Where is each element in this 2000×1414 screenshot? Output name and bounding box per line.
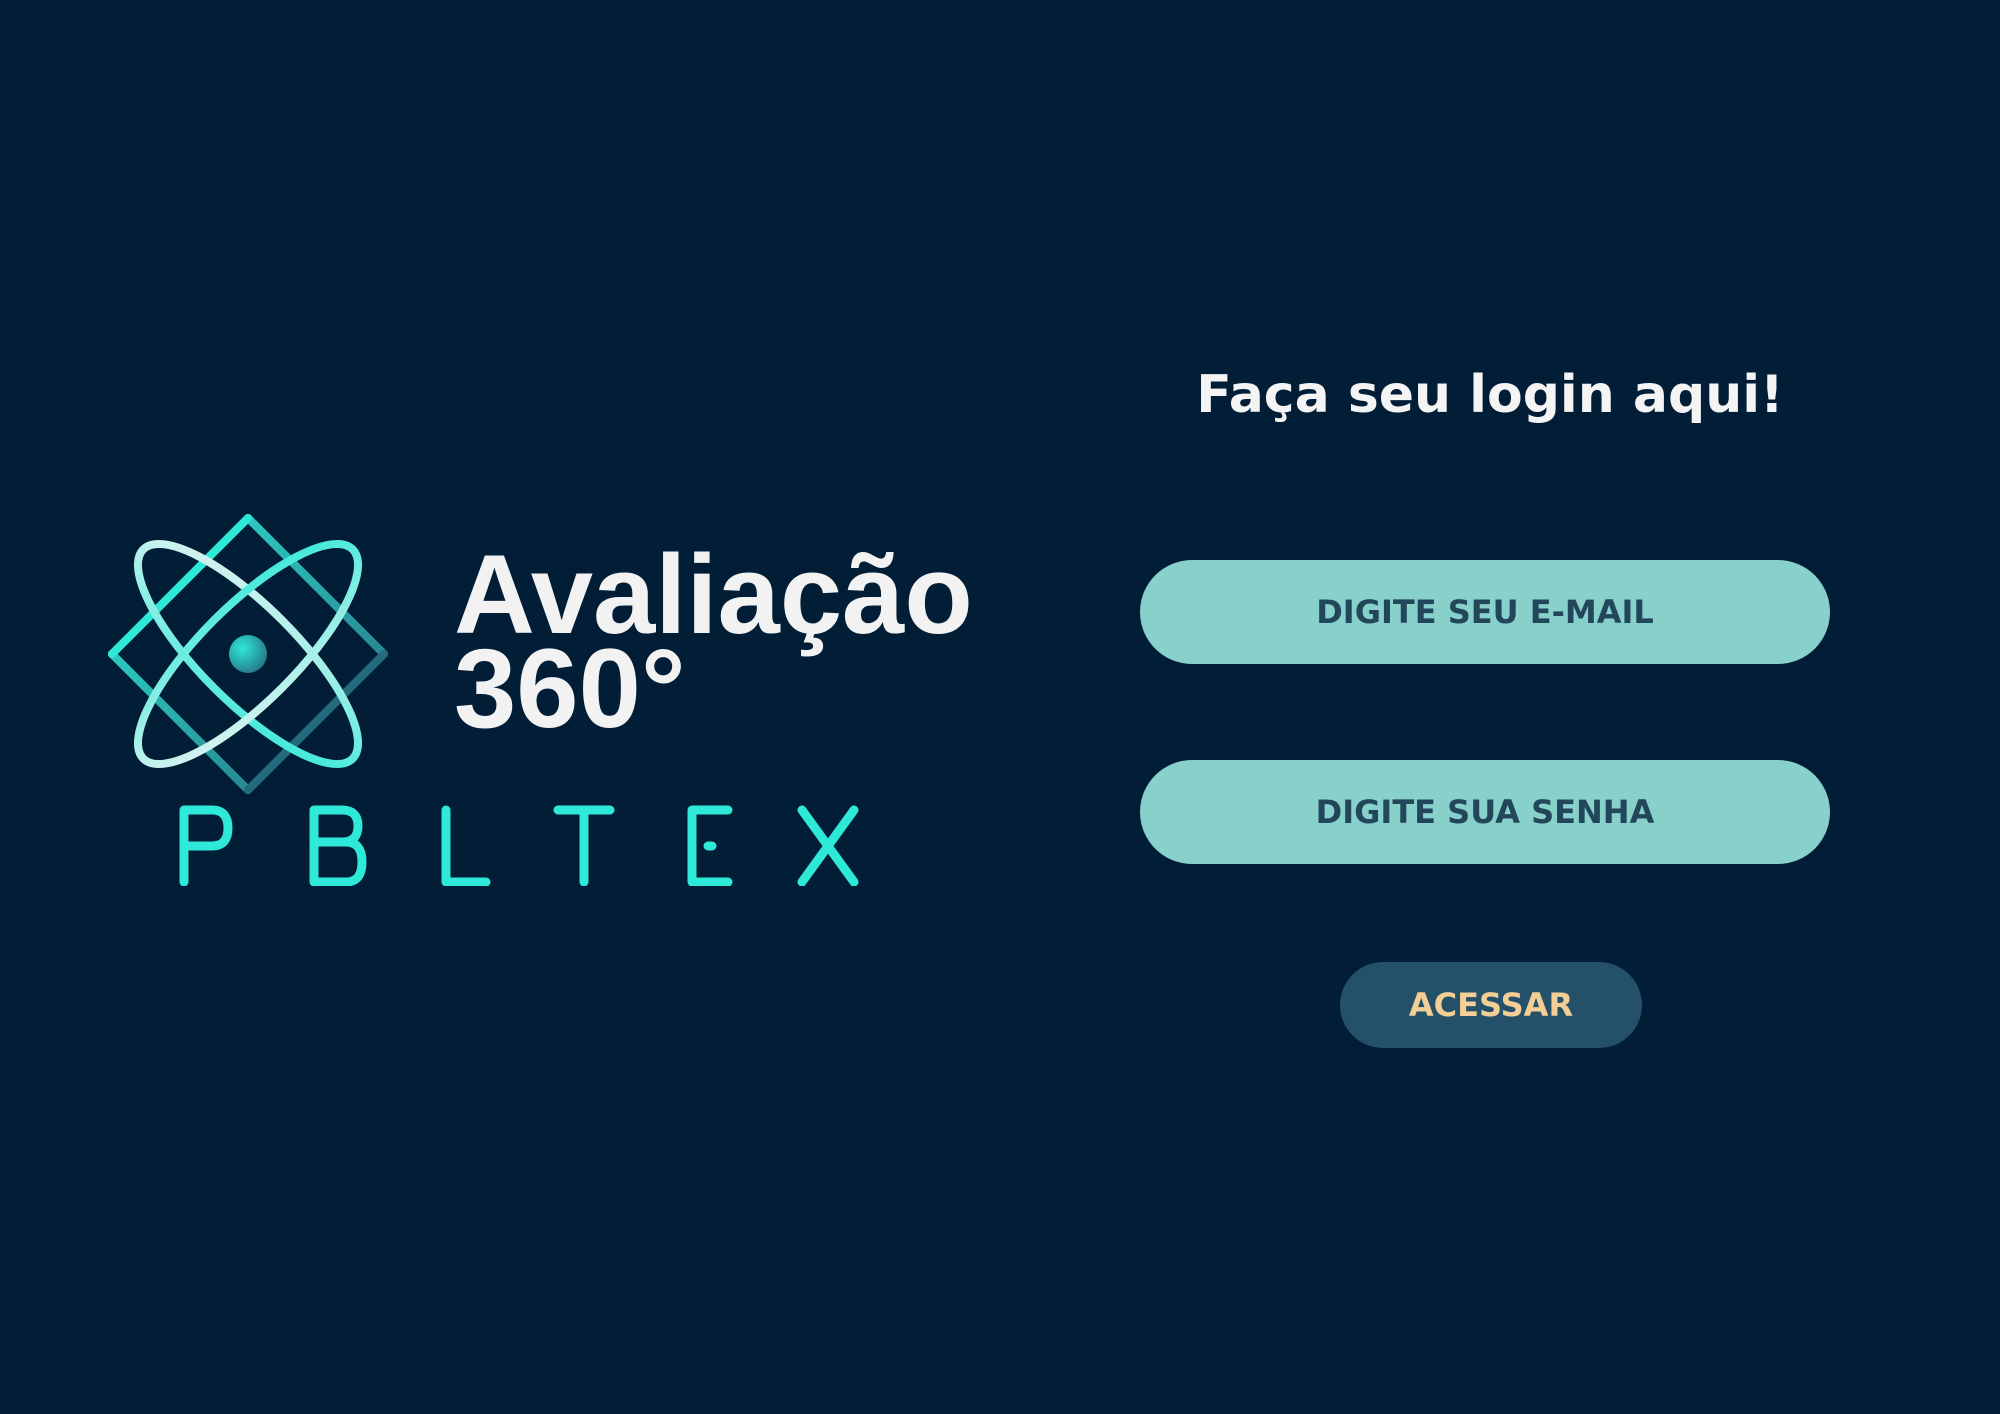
access-button[interactable]: ACESSAR [1340, 962, 1642, 1048]
atom-diamond-icon [108, 514, 388, 794]
brand-title: Avaliação 360° [454, 539, 973, 745]
brand-wordmark-logo [179, 805, 859, 886]
password-input[interactable] [1140, 760, 1830, 864]
email-input[interactable] [1140, 560, 1830, 664]
login-heading: Faça seu login aqui! [1196, 365, 1784, 425]
login-page: Avaliação 360° Faça seu login aqui! ACES… [0, 0, 2000, 1414]
